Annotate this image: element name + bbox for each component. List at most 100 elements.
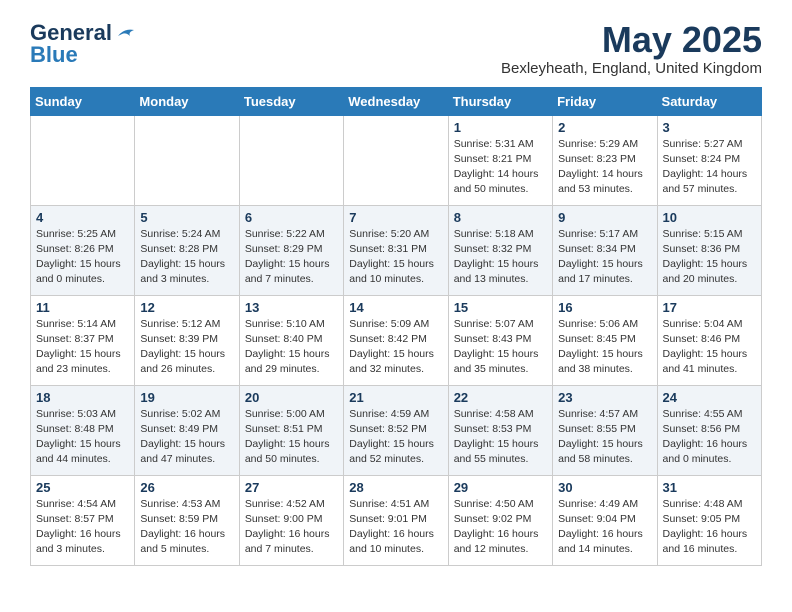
- day-number: 7: [349, 210, 442, 225]
- day-info: Sunrise: 5:09 AM Sunset: 8:42 PM Dayligh…: [349, 317, 442, 378]
- day-number: 2: [558, 120, 651, 135]
- day-info: Sunrise: 4:53 AM Sunset: 8:59 PM Dayligh…: [140, 497, 233, 558]
- calendar-cell: 2 Sunrise: 5:29 AM Sunset: 8:23 PM Daylig…: [553, 115, 657, 205]
- day-info: Sunrise: 5:12 AM Sunset: 8:39 PM Dayligh…: [140, 317, 233, 378]
- calendar-cell: 17 Sunrise: 5:04 AM Sunset: 8:46 PM Dayli…: [657, 295, 761, 385]
- calendar-cell: 25 Sunrise: 4:54 AM Sunset: 8:57 PM Dayli…: [31, 475, 135, 565]
- day-number: 17: [663, 300, 756, 315]
- calendar-cell: [135, 115, 239, 205]
- calendar-cell: 27 Sunrise: 4:52 AM Sunset: 9:00 PM Dayli…: [239, 475, 343, 565]
- calendar-cell: 26 Sunrise: 4:53 AM Sunset: 8:59 PM Dayli…: [135, 475, 239, 565]
- calendar-header: SundayMondayTuesdayWednesdayThursdayFrid…: [31, 87, 762, 115]
- day-number: 11: [36, 300, 129, 315]
- day-number: 22: [454, 390, 547, 405]
- logo-bird-icon: [116, 26, 136, 40]
- day-number: 20: [245, 390, 338, 405]
- day-info: Sunrise: 5:00 AM Sunset: 8:51 PM Dayligh…: [245, 407, 338, 468]
- day-info: Sunrise: 5:02 AM Sunset: 8:49 PM Dayligh…: [140, 407, 233, 468]
- day-number: 3: [663, 120, 756, 135]
- week-row-5: 25 Sunrise: 4:54 AM Sunset: 8:57 PM Dayli…: [31, 475, 762, 565]
- calendar-cell: 28Sunrise: 4:51 AM Sunset: 9:01 PM Dayli…: [344, 475, 448, 565]
- title-block: May 2025 Bexleyheath, England, United Ki…: [501, 20, 762, 77]
- day-number: 15: [454, 300, 547, 315]
- day-info: Sunrise: 4:58 AM Sunset: 8:53 PM Dayligh…: [454, 407, 547, 468]
- calendar-cell: 24Sunrise: 4:55 AM Sunset: 8:56 PM Dayli…: [657, 385, 761, 475]
- calendar-cell: 10Sunrise: 5:15 AM Sunset: 8:36 PM Dayli…: [657, 205, 761, 295]
- day-info: Sunrise: 5:17 AM Sunset: 8:34 PM Dayligh…: [558, 227, 651, 288]
- week-row-1: 1Sunrise: 5:31 AM Sunset: 8:21 PM Daylig…: [31, 115, 762, 205]
- week-row-2: 4Sunrise: 5:25 AM Sunset: 8:26 PM Daylig…: [31, 205, 762, 295]
- calendar-cell: 22 Sunrise: 4:58 AM Sunset: 8:53 PM Dayli…: [448, 385, 552, 475]
- day-info: Sunrise: 4:48 AM Sunset: 9:05 PM Dayligh…: [663, 497, 756, 558]
- day-info: Sunrise: 4:52 AM Sunset: 9:00 PM Dayligh…: [245, 497, 338, 558]
- column-header-wednesday: Wednesday: [344, 87, 448, 115]
- logo: General Blue: [30, 20, 136, 68]
- day-info: Sunrise: 5:04 AM Sunset: 8:46 PM Dayligh…: [663, 317, 756, 378]
- day-info: Sunrise: 4:54 AM Sunset: 8:57 PM Dayligh…: [36, 497, 129, 558]
- calendar-table: SundayMondayTuesdayWednesdayThursdayFrid…: [30, 87, 762, 566]
- day-number: 29: [454, 480, 547, 495]
- column-header-thursday: Thursday: [448, 87, 552, 115]
- calendar-cell: 20 Sunrise: 5:00 AM Sunset: 8:51 PM Dayli…: [239, 385, 343, 475]
- day-info: Sunrise: 5:20 AM Sunset: 8:31 PM Dayligh…: [349, 227, 442, 288]
- location-subtitle: Bexleyheath, England, United Kingdom: [501, 60, 762, 77]
- day-number: 28: [349, 480, 442, 495]
- calendar-cell: 8Sunrise: 5:18 AM Sunset: 8:32 PM Daylig…: [448, 205, 552, 295]
- day-number: 30: [558, 480, 651, 495]
- day-number: 18: [36, 390, 129, 405]
- day-info: Sunrise: 5:07 AM Sunset: 8:43 PM Dayligh…: [454, 317, 547, 378]
- day-number: 31: [663, 480, 756, 495]
- calendar-cell: 18Sunrise: 5:03 AM Sunset: 8:48 PM Dayli…: [31, 385, 135, 475]
- day-info: Sunrise: 5:27 AM Sunset: 8:24 PM Dayligh…: [663, 137, 756, 198]
- day-number: 26: [140, 480, 233, 495]
- logo-blue: Blue: [30, 42, 78, 68]
- day-info: Sunrise: 5:29 AM Sunset: 8:23 PM Dayligh…: [558, 137, 651, 198]
- column-header-monday: Monday: [135, 87, 239, 115]
- day-info: Sunrise: 5:31 AM Sunset: 8:21 PM Dayligh…: [454, 137, 547, 198]
- week-row-3: 11 Sunrise: 5:14 AM Sunset: 8:37 PM Dayli…: [31, 295, 762, 385]
- month-title: May 2025: [501, 20, 762, 60]
- header-row: SundayMondayTuesdayWednesdayThursdayFrid…: [31, 87, 762, 115]
- day-number: 4: [36, 210, 129, 225]
- day-info: Sunrise: 5:22 AM Sunset: 8:29 PM Dayligh…: [245, 227, 338, 288]
- calendar-cell: 23 Sunrise: 4:57 AM Sunset: 8:55 PM Dayli…: [553, 385, 657, 475]
- calendar-cell: 21Sunrise: 4:59 AM Sunset: 8:52 PM Dayli…: [344, 385, 448, 475]
- calendar-cell: [239, 115, 343, 205]
- day-info: Sunrise: 4:50 AM Sunset: 9:02 PM Dayligh…: [454, 497, 547, 558]
- day-info: Sunrise: 5:15 AM Sunset: 8:36 PM Dayligh…: [663, 227, 756, 288]
- day-number: 23: [558, 390, 651, 405]
- day-number: 19: [140, 390, 233, 405]
- column-header-sunday: Sunday: [31, 87, 135, 115]
- week-row-4: 18Sunrise: 5:03 AM Sunset: 8:48 PM Dayli…: [31, 385, 762, 475]
- day-number: 14: [349, 300, 442, 315]
- day-number: 21: [349, 390, 442, 405]
- calendar-cell: 19 Sunrise: 5:02 AM Sunset: 8:49 PM Dayli…: [135, 385, 239, 475]
- day-info: Sunrise: 4:57 AM Sunset: 8:55 PM Dayligh…: [558, 407, 651, 468]
- day-info: Sunrise: 4:49 AM Sunset: 9:04 PM Dayligh…: [558, 497, 651, 558]
- day-number: 25: [36, 480, 129, 495]
- column-header-friday: Friday: [553, 87, 657, 115]
- calendar-cell: 3 Sunrise: 5:27 AM Sunset: 8:24 PM Daylig…: [657, 115, 761, 205]
- day-info: Sunrise: 5:24 AM Sunset: 8:28 PM Dayligh…: [140, 227, 233, 288]
- calendar-cell: 13Sunrise: 5:10 AM Sunset: 8:40 PM Dayli…: [239, 295, 343, 385]
- calendar-cell: 9Sunrise: 5:17 AM Sunset: 8:34 PM Daylig…: [553, 205, 657, 295]
- calendar-cell: 5 Sunrise: 5:24 AM Sunset: 8:28 PM Daylig…: [135, 205, 239, 295]
- calendar-cell: 7 Sunrise: 5:20 AM Sunset: 8:31 PM Daylig…: [344, 205, 448, 295]
- day-number: 6: [245, 210, 338, 225]
- page-header: General Blue May 2025 Bexleyheath, Engla…: [30, 20, 762, 77]
- calendar-cell: 14 Sunrise: 5:09 AM Sunset: 8:42 PM Dayli…: [344, 295, 448, 385]
- day-number: 27: [245, 480, 338, 495]
- calendar-cell: [31, 115, 135, 205]
- calendar-cell: 1Sunrise: 5:31 AM Sunset: 8:21 PM Daylig…: [448, 115, 552, 205]
- calendar-cell: 6 Sunrise: 5:22 AM Sunset: 8:29 PM Daylig…: [239, 205, 343, 295]
- column-header-tuesday: Tuesday: [239, 87, 343, 115]
- calendar-cell: 4Sunrise: 5:25 AM Sunset: 8:26 PM Daylig…: [31, 205, 135, 295]
- day-info: Sunrise: 5:14 AM Sunset: 8:37 PM Dayligh…: [36, 317, 129, 378]
- calendar-cell: [344, 115, 448, 205]
- day-number: 12: [140, 300, 233, 315]
- day-number: 5: [140, 210, 233, 225]
- calendar-cell: 12 Sunrise: 5:12 AM Sunset: 8:39 PM Dayli…: [135, 295, 239, 385]
- calendar-cell: 29 Sunrise: 4:50 AM Sunset: 9:02 PM Dayli…: [448, 475, 552, 565]
- day-info: Sunrise: 5:18 AM Sunset: 8:32 PM Dayligh…: [454, 227, 547, 288]
- day-number: 13: [245, 300, 338, 315]
